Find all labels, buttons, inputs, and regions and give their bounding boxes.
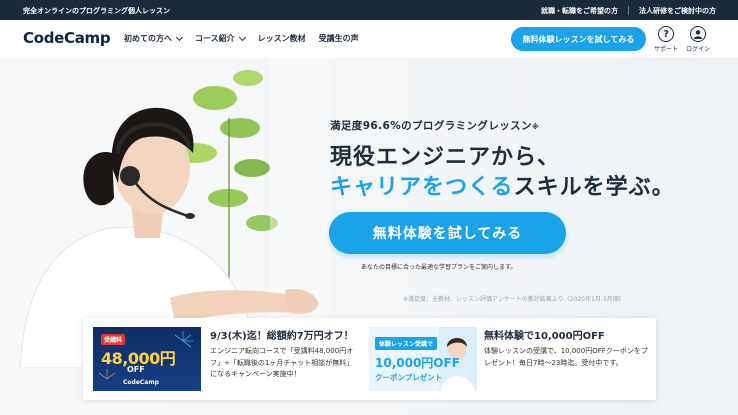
hero-cta-subtext: あなたの目標に合った最適な学習プランをご案内します。 [361, 264, 517, 271]
banner2-coupon: クーポンプレゼント [375, 373, 443, 382]
top-bar-links: 就職・転職をご希望の方 法人研修をご検討中の方 [541, 6, 716, 16]
support-link[interactable]: ? サポート [651, 26, 681, 53]
hero-headline: 現役エンジニアから、 キャリアをつくるスキルを学ぶ。 [330, 143, 675, 203]
campaign-banners: 受講料 48,000円 OFF CodeCamp 9/3(木)迄！総額約7万円オ… [83, 318, 656, 400]
banner1-title[interactable]: 9/3(木)迄！総額約7万円オフ！ [210, 327, 354, 342]
link-job-change[interactable]: 就職・転職をご希望の方 [541, 6, 618, 16]
header-free-trial-button[interactable]: 無料体験レッスンを試してみる [511, 27, 646, 51]
headline-line-1: 現役エンジニアから、 [330, 145, 561, 170]
trial-coupon-banner-image[interactable]: 体験レッスン受講で 10,000円OFF クーポンプレゼント [369, 327, 477, 391]
main-nav: 初めての方へ コース紹介 レッスン教材 受講生の声 [124, 33, 359, 44]
nav-item-lesson-materials[interactable]: レッスン教材 [258, 33, 306, 44]
login-label: ログイン [685, 46, 710, 53]
user-circle-icon [690, 26, 706, 42]
banner2-text: 体験レッスンの受講で、10,000円OFFクーポンをプレゼント！毎日7時〜23時… [484, 347, 648, 367]
nav-item-student-voices[interactable]: 受講生の声 [319, 33, 359, 44]
banner1-off: OFF [127, 365, 145, 374]
link-corporate-training[interactable]: 法人研修をご検討中の方 [639, 6, 716, 16]
banner1-badge: 受講料 [101, 334, 126, 345]
logo-text: CodeCamp [23, 29, 111, 47]
nav-item-beginners[interactable]: 初めての方へ [124, 33, 184, 44]
nav-label: レッスン教材 [257, 34, 306, 43]
nav-label: コース紹介 [195, 34, 235, 43]
headline-line-2: キャリアをつくるスキルを学ぶ。 [330, 173, 675, 203]
nav-label: 初めての方へ [124, 34, 172, 43]
hero-free-trial-button[interactable]: 無料体験を試してみる [329, 212, 566, 254]
satisfaction-headline: 満足度96.6%のプログラミングレッスン※ [330, 118, 675, 133]
satisfaction-note-mark: ※ [531, 123, 540, 131]
support-label: サポート [653, 46, 678, 53]
banner1-brand: CodeCamp [123, 379, 159, 386]
nav-item-courses[interactable]: コース紹介 [195, 33, 246, 44]
login-link[interactable]: ログイン [683, 26, 713, 53]
banner2-title[interactable]: 無料体験で10,000円OFF [484, 327, 605, 342]
divider [628, 6, 629, 15]
hero-copy: 満足度96.6%のプログラミングレッスン※ 現役エンジニアから、 キャリアをつく… [330, 118, 675, 203]
banner2-badge: 体験レッスン受講で [375, 337, 438, 350]
top-bar: 完全オンラインのプログラミング個人レッスン 就職・転職をご希望の方 法人研修をご… [0, 0, 738, 20]
nav-label: 受講生の声 [318, 34, 359, 43]
banner1-text: エンジニア転向コースで「受講料48,000円オフ」+「転職後の1ヶ月チャット相談… [210, 347, 354, 378]
chevron-down-icon [238, 33, 246, 41]
campaign-banner-image[interactable]: 受講料 48,000円 OFF CodeCamp [93, 327, 201, 391]
chevron-down-icon [175, 33, 184, 41]
headline-rest: スキルを学ぶ。 [513, 175, 675, 200]
site-header: CodeCamp 初めての方へ コース紹介 レッスン教材 受講生の声 無料体験レ… [0, 20, 738, 58]
top-bar-tagline: 完全オンラインのプログラミング個人レッスン [23, 7, 170, 15]
codecamp-logo[interactable]: CodeCamp [23, 29, 111, 47]
satisfaction-text: 満足度96.6%のプログラミングレッスン [330, 120, 532, 132]
question-circle-icon: ? [658, 26, 674, 42]
headline-accent: キャリアをつくる [330, 175, 514, 200]
hero-footnote: ※満足度：全教材、レッスン評価アンケートの集計結果より（2020年1月-3月期） [403, 296, 625, 303]
banner2-amount: 10,000円OFF [375, 356, 460, 370]
